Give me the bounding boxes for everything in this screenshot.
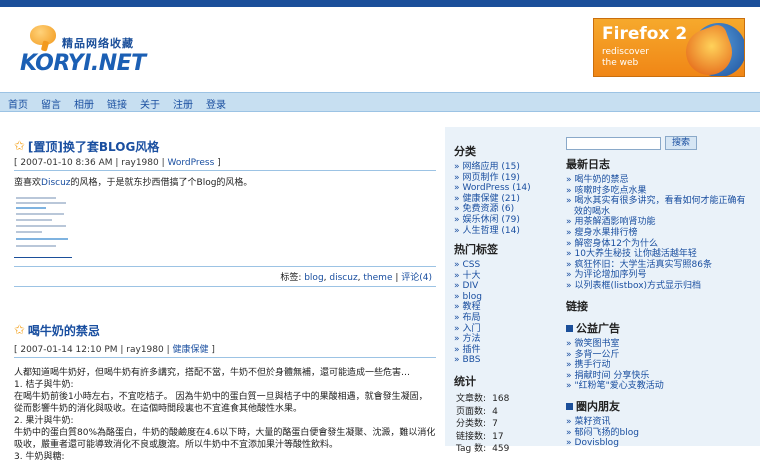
- charity-list: 微笑图书室 多背一公斤 携手行动 捐献时间 分享快乐 "红粉笔"爱心支教活动: [566, 339, 754, 392]
- links-heading: 链接: [566, 300, 588, 313]
- post-category-link[interactable]: 健康保健: [172, 345, 208, 355]
- tag-discuz[interactable]: discuz: [329, 273, 357, 283]
- recent-post-item: 喝牛奶的禁忌: [566, 175, 754, 186]
- recent-post-item: 喝水其实有很多讲究，看看如何才能正确有效的喝水: [566, 196, 754, 217]
- friend-item: Dovisblog: [566, 438, 754, 449]
- charity-item: 多背一公斤: [566, 350, 754, 361]
- site-logo[interactable]: 精品网络收藏 KORYI.NET: [20, 23, 160, 83]
- tag-item: blog: [454, 292, 554, 303]
- category-item: 免费资源 (6): [454, 204, 554, 215]
- categories-list: 网络应用 (15) 网页制作 (19) WordPress (14) 健康保健 …: [454, 162, 554, 236]
- hot-tags-heading: 热门标签: [454, 243, 498, 256]
- charity-item: "红粉笔"爱心支教活动: [566, 381, 754, 392]
- tag-item: 入门: [454, 324, 554, 335]
- banner-subtitle: rediscover the web: [602, 47, 649, 68]
- recent-post-item: 10大养生秘技 让你越活越年轻: [566, 249, 754, 260]
- category-item: 网页制作 (19): [454, 173, 554, 184]
- top-bar: [0, 0, 760, 7]
- star-icon: ✩: [14, 139, 25, 154]
- square-bullet-icon: [566, 402, 573, 410]
- sidebar-left: 分类 网络应用 (15) 网页制作 (19) WordPress (14) 健康…: [445, 127, 557, 454]
- recent-post-item: 瘦身水果排行榜: [566, 228, 754, 239]
- friends-list: 菜籽资讯 郁闷飞扬的blog Dovisblog: [566, 417, 754, 449]
- recent-post-item: 疯狂怀旧：大学生活真实写照86条: [566, 260, 754, 271]
- tag-item: 十大: [454, 271, 554, 282]
- category-item: 健康保健 (21): [454, 194, 554, 205]
- friends-heading: 圈内朋友: [576, 400, 620, 413]
- tag-item: 方法: [454, 334, 554, 345]
- recent-post-item: 咳嗽时多吃点水果: [566, 186, 754, 197]
- recent-post-item: 以列表框(listbox)方式显示归档: [566, 281, 754, 292]
- main-nav: 首页 留言 相册 链接 关于 注册 登录: [0, 92, 760, 112]
- tag-item: DIV: [454, 281, 554, 292]
- discuz-link[interactable]: Discuz: [41, 178, 71, 188]
- tag-item: BBS: [454, 355, 554, 366]
- charity-item: 微笑图书室: [566, 339, 754, 350]
- nav-links[interactable]: 链接: [107, 96, 127, 111]
- hot-tags-list: CSS 十大 DIV blog 教程 布局 入门 方法 插件 BBS: [454, 260, 554, 366]
- category-item: 娱乐休闲 (79): [454, 215, 554, 226]
- tag-blog[interactable]: blog: [304, 273, 323, 283]
- recent-posts-heading: 最新日志: [566, 158, 610, 171]
- logo-bubble-icon: [30, 25, 56, 45]
- category-item: 人生哲理 (14): [454, 226, 554, 237]
- comments-link[interactable]: 评论(4): [401, 273, 432, 283]
- square-bullet-icon: [566, 324, 573, 332]
- nav-album[interactable]: 相册: [74, 96, 94, 111]
- tag-item: 布局: [454, 313, 554, 324]
- firefox-banner[interactable]: Firefox 2 rediscover the web: [593, 18, 745, 77]
- recent-post-item: 用茶解酒影响肾功能: [566, 217, 754, 228]
- category-item: WordPress (14): [454, 183, 554, 194]
- star-icon: ✩: [14, 323, 25, 338]
- categories-heading: 分类: [454, 145, 476, 158]
- category-item: 网络应用 (15): [454, 162, 554, 173]
- search-input[interactable]: [566, 137, 661, 150]
- tag-item: 教程: [454, 302, 554, 313]
- post-meta: [ 2007-01-14 12:10 PM | ray1980 | 健康保健 ]: [14, 342, 436, 358]
- logo-english-text: KORYI.NET: [20, 51, 146, 76]
- post-2: ✩ 喝牛奶的禁忌 [ 2007-01-14 12:10 PM | ray1980…: [14, 322, 436, 463]
- post-body: 蛮喜欢Discuz的风格，于是就东抄西借搞了个Blog的风格。: [14, 177, 436, 258]
- logo-chinese-text: 精品网络收藏: [62, 37, 134, 50]
- friend-item: 郁闷飞扬的blog: [566, 428, 754, 439]
- nav-home[interactable]: 首页: [8, 96, 28, 111]
- screenshot-thumbnail[interactable]: [14, 193, 72, 258]
- post-body: 人都知道喝牛奶好，但喝牛奶有許多講究，搭配不當，牛奶不但於身體無補，還可能造成一…: [14, 368, 436, 462]
- sidebar-right: 搜索 最新日志 喝牛奶的禁忌 咳嗽时多吃点水果 喝水其实有很多讲究，看看如何才能…: [557, 127, 760, 449]
- site-header: 精品网络收藏 KORYI.NET Firefox 2 rediscover th…: [0, 7, 760, 92]
- tag-item: 插件: [454, 345, 554, 356]
- charity-item: 携手行动: [566, 360, 754, 371]
- nav-about[interactable]: 关于: [140, 96, 160, 111]
- post-title-link[interactable]: [置顶]换了套BLOG风格: [28, 138, 159, 155]
- friend-item: 菜籽资讯: [566, 417, 754, 428]
- charity-heading: 公益广告: [576, 322, 620, 335]
- post-meta: [ 2007-01-10 8:36 AM | ray1980 | WordPre…: [14, 158, 436, 171]
- stats-table: 文章数: 168 页面数: 4 分类数: 7 链接数: 17 Tag 数: 459: [456, 394, 510, 455]
- charity-item: 捐献时间 分享快乐: [566, 371, 754, 382]
- nav-login[interactable]: 登录: [206, 96, 226, 111]
- tag-theme[interactable]: theme: [363, 273, 392, 283]
- recent-post-item: 为评论增加序列号: [566, 270, 754, 281]
- stats-heading: 统计: [454, 375, 476, 388]
- post-tags: 标签: blog, discuz, theme | 评论(4): [14, 266, 436, 287]
- recent-posts-list: 喝牛奶的禁忌 咳嗽时多吃点水果 喝水其实有很多讲究，看看如何才能正确有效的喝水 …: [566, 175, 754, 292]
- post-category-link[interactable]: WordPress: [167, 158, 214, 168]
- post-title-link[interactable]: 喝牛奶的禁忌: [28, 322, 100, 339]
- main-content: ✩ [置顶]换了套BLOG风格 [ 2007-01-10 8:36 AM | r…: [0, 112, 445, 462]
- post-1: ✩ [置顶]换了套BLOG风格 [ 2007-01-10 8:36 AM | r…: [14, 138, 436, 287]
- tag-item: CSS: [454, 260, 554, 271]
- banner-title: Firefox 2: [602, 24, 688, 44]
- recent-post-item: 解密身体12个为什么: [566, 239, 754, 250]
- search-button[interactable]: 搜索: [665, 136, 697, 150]
- nav-register[interactable]: 注册: [173, 96, 193, 111]
- nav-guestbook[interactable]: 留言: [41, 96, 61, 111]
